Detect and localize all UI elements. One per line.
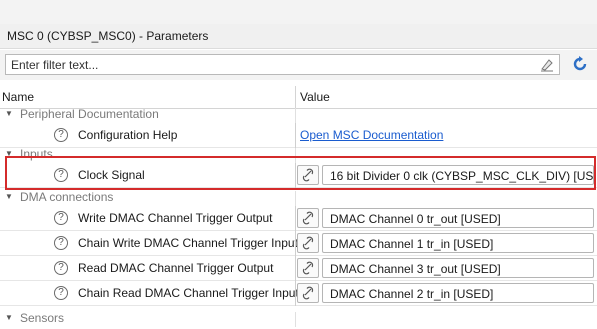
help-icon[interactable]: ? [54,261,68,275]
param-name: Configuration Help [78,128,178,142]
link-button[interactable] [297,283,319,303]
top-toolbar-strip [0,0,597,25]
panel-title: MSC 0 (CYBSP_MSC0) - Parameters [7,29,209,43]
open-msc-documentation-link[interactable]: Open MSC Documentation [300,128,443,142]
filter-field[interactable] [5,54,560,75]
column-divider [295,206,296,231]
eraser-icon[interactable] [539,57,555,73]
column-divider [295,256,296,281]
help-icon[interactable]: ? [54,128,68,142]
refresh-icon[interactable] [571,55,589,73]
panel-title-bar: MSC 0 (CYBSP_MSC0) - Parameters [0,24,597,49]
chain-read-dmac-value[interactable]: DMAC Channel 2 tr_in [USED] [322,283,594,303]
highlight-box [5,156,596,190]
chain-write-dmac-value[interactable]: DMAC Channel 1 tr_in [USED] [322,233,594,253]
help-icon[interactable]: ? [54,211,68,225]
category-dma-connections[interactable]: ▼ DMA connections [0,190,597,206]
collapse-arrow-icon[interactable]: ▼ [5,313,13,322]
column-header-value[interactable]: Value [300,90,330,104]
column-divider[interactable] [295,86,296,108]
category-label: Sensors [20,311,65,325]
param-row-read-dmac-trigger-output[interactable]: ? Read DMAC Channel Trigger Output DMAC … [0,256,597,281]
param-row-chain-read-dmac-trigger-input[interactable]: ? Chain Read DMAC Channel Trigger Input … [0,281,597,306]
link-icon [302,211,314,225]
param-name: Chain Read DMAC Channel Trigger Input [78,286,299,300]
column-divider [295,312,296,327]
column-divider [295,108,296,123]
grid-header: Name Value [0,86,597,109]
param-row-write-dmac-trigger-output[interactable]: ? Write DMAC Channel Trigger Output DMAC… [0,206,597,231]
filter-input[interactable] [6,55,511,74]
param-row-chain-write-dmac-trigger-input[interactable]: ? Chain Write DMAC Channel Trigger Input… [0,231,597,256]
param-name: Read DMAC Channel Trigger Output [78,261,274,275]
help-icon[interactable]: ? [54,286,68,300]
link-button[interactable] [297,258,319,278]
link-icon [302,236,314,250]
write-dmac-value[interactable]: DMAC Channel 0 tr_out [USED] [322,208,594,228]
link-button[interactable] [297,208,319,228]
category-peripheral-documentation[interactable]: ▼ Peripheral Documentation [0,107,597,123]
category-label: DMA connections [20,190,114,204]
column-divider [295,191,296,206]
collapse-arrow-icon[interactable]: ▼ [5,192,13,201]
column-divider [295,123,296,148]
param-name: Write DMAC Channel Trigger Output [78,211,273,225]
link-button[interactable] [297,233,319,253]
link-icon [302,286,314,300]
collapse-arrow-icon[interactable]: ▼ [5,109,13,118]
read-dmac-value[interactable]: DMAC Channel 3 tr_out [USED] [322,258,594,278]
param-name: Chain Write DMAC Channel Trigger Input [78,236,298,250]
filter-bar [0,50,597,80]
column-divider [295,231,296,256]
column-header-name[interactable]: Name [2,90,34,104]
category-label: Peripheral Documentation [20,107,159,121]
column-divider [295,281,296,306]
help-icon[interactable]: ? [54,236,68,250]
param-row-configuration-help[interactable]: ? Configuration Help Open MSC Documentat… [0,123,597,148]
category-sensors[interactable]: ▼ Sensors [0,311,597,327]
link-icon [302,261,314,275]
